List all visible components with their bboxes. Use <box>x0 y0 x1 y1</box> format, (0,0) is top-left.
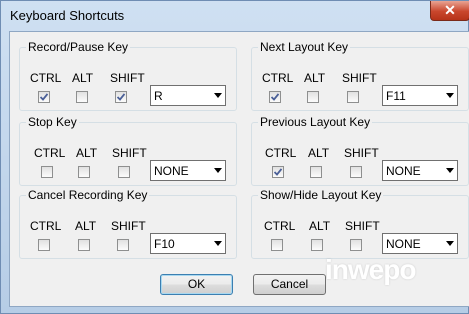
shift-checkbox[interactable] <box>347 91 359 103</box>
window-title: Keyboard Shortcuts <box>10 8 125 23</box>
key-select-value: NONE <box>154 164 189 178</box>
key-select-value: R <box>154 89 163 103</box>
group-title: Stop Key <box>26 115 79 129</box>
group-title: Cancel Recording Key <box>26 188 150 202</box>
shift-label: SHIFT <box>112 146 147 160</box>
shift-checkbox[interactable] <box>117 239 129 251</box>
checkmark-icon <box>271 93 279 101</box>
chevron-down-icon <box>446 241 454 246</box>
group-previous-layout: Previous Layout Key CTRL ALT SHIFT NONE <box>251 115 469 186</box>
key-select[interactable]: NONE <box>150 160 226 181</box>
alt-checkbox[interactable] <box>311 239 323 251</box>
alt-label: ALT <box>304 71 326 85</box>
group-title: Next Layout Key <box>258 40 351 54</box>
ctrl-checkbox[interactable] <box>272 166 284 178</box>
group-stop: Stop Key CTRL ALT SHIFT NONE <box>19 115 237 186</box>
key-select[interactable]: NONE <box>382 160 458 181</box>
alt-label: ALT <box>76 146 98 160</box>
ctrl-checkbox[interactable] <box>38 239 50 251</box>
group-cancel-recording: Cancel Recording Key CTRL ALT SHIFT F10 <box>19 188 237 259</box>
key-select-value: F10 <box>154 237 175 251</box>
key-select[interactable]: F11 <box>382 85 458 106</box>
key-select-value: NONE <box>386 237 421 251</box>
ok-button[interactable]: OK <box>160 274 233 295</box>
chevron-down-icon <box>446 93 454 98</box>
shift-label: SHIFT <box>110 71 145 85</box>
ctrl-label: CTRL <box>264 219 296 233</box>
group-show-hide-layout: Show/Hide Layout Key CTRL ALT SHIFT NONE <box>251 188 469 259</box>
ctrl-checkbox[interactable] <box>269 91 281 103</box>
key-select[interactable]: NONE <box>382 233 458 254</box>
group-record-pause: Record/Pause Key CTRL ALT SHIFT R <box>19 40 237 111</box>
alt-checkbox[interactable] <box>78 239 90 251</box>
shift-label: SHIFT <box>345 219 380 233</box>
chevron-down-icon <box>214 93 222 98</box>
key-select[interactable]: R <box>150 85 226 106</box>
ctrl-label: CTRL <box>30 219 62 233</box>
checkmark-icon <box>40 93 48 101</box>
chevron-down-icon <box>214 241 222 246</box>
ctrl-label: CTRL <box>262 71 294 85</box>
ctrl-checkbox[interactable] <box>271 239 283 251</box>
shift-checkbox[interactable] <box>118 166 130 178</box>
shift-checkbox[interactable] <box>115 91 127 103</box>
alt-checkbox[interactable] <box>307 91 319 103</box>
close-button[interactable]: ✕ <box>430 1 469 21</box>
alt-checkbox[interactable] <box>78 166 90 178</box>
alt-label: ALT <box>72 71 94 85</box>
group-title: Previous Layout Key <box>258 115 373 129</box>
chevron-down-icon <box>446 168 454 173</box>
watermark-logo: inwepo <box>325 254 416 285</box>
key-select-value: NONE <box>386 164 421 178</box>
ctrl-checkbox[interactable] <box>38 91 50 103</box>
shift-label: SHIFT <box>344 146 379 160</box>
group-next-layout: Next Layout Key CTRL ALT SHIFT F11 <box>251 40 469 111</box>
shift-label: SHIFT <box>111 219 146 233</box>
title-bar[interactable]: Keyboard Shortcuts ✕ <box>1 1 469 31</box>
alt-label: ALT <box>75 219 97 233</box>
shift-label: SHIFT <box>342 71 377 85</box>
checkmark-icon <box>274 168 282 176</box>
alt-checkbox[interactable] <box>76 91 88 103</box>
cancel-button[interactable]: Cancel <box>253 274 326 295</box>
shift-checkbox[interactable] <box>350 239 362 251</box>
ctrl-label: CTRL <box>30 71 62 85</box>
key-select[interactable]: F10 <box>150 233 226 254</box>
key-select-value: F11 <box>386 89 406 103</box>
group-title: Record/Pause Key <box>26 40 131 54</box>
chevron-down-icon <box>214 168 222 173</box>
keyboard-shortcuts-dialog: Keyboard Shortcuts ✕ Record/Pause Key CT… <box>0 0 469 314</box>
shift-checkbox[interactable] <box>350 166 362 178</box>
alt-label: ALT <box>309 219 331 233</box>
ctrl-label: CTRL <box>34 146 66 160</box>
ctrl-checkbox[interactable] <box>41 166 53 178</box>
checkmark-icon <box>117 93 125 101</box>
alt-label: ALT <box>308 146 330 160</box>
group-title: Show/Hide Layout Key <box>258 188 384 202</box>
alt-checkbox[interactable] <box>310 166 322 178</box>
close-icon: ✕ <box>444 2 456 18</box>
ctrl-label: CTRL <box>265 146 297 160</box>
